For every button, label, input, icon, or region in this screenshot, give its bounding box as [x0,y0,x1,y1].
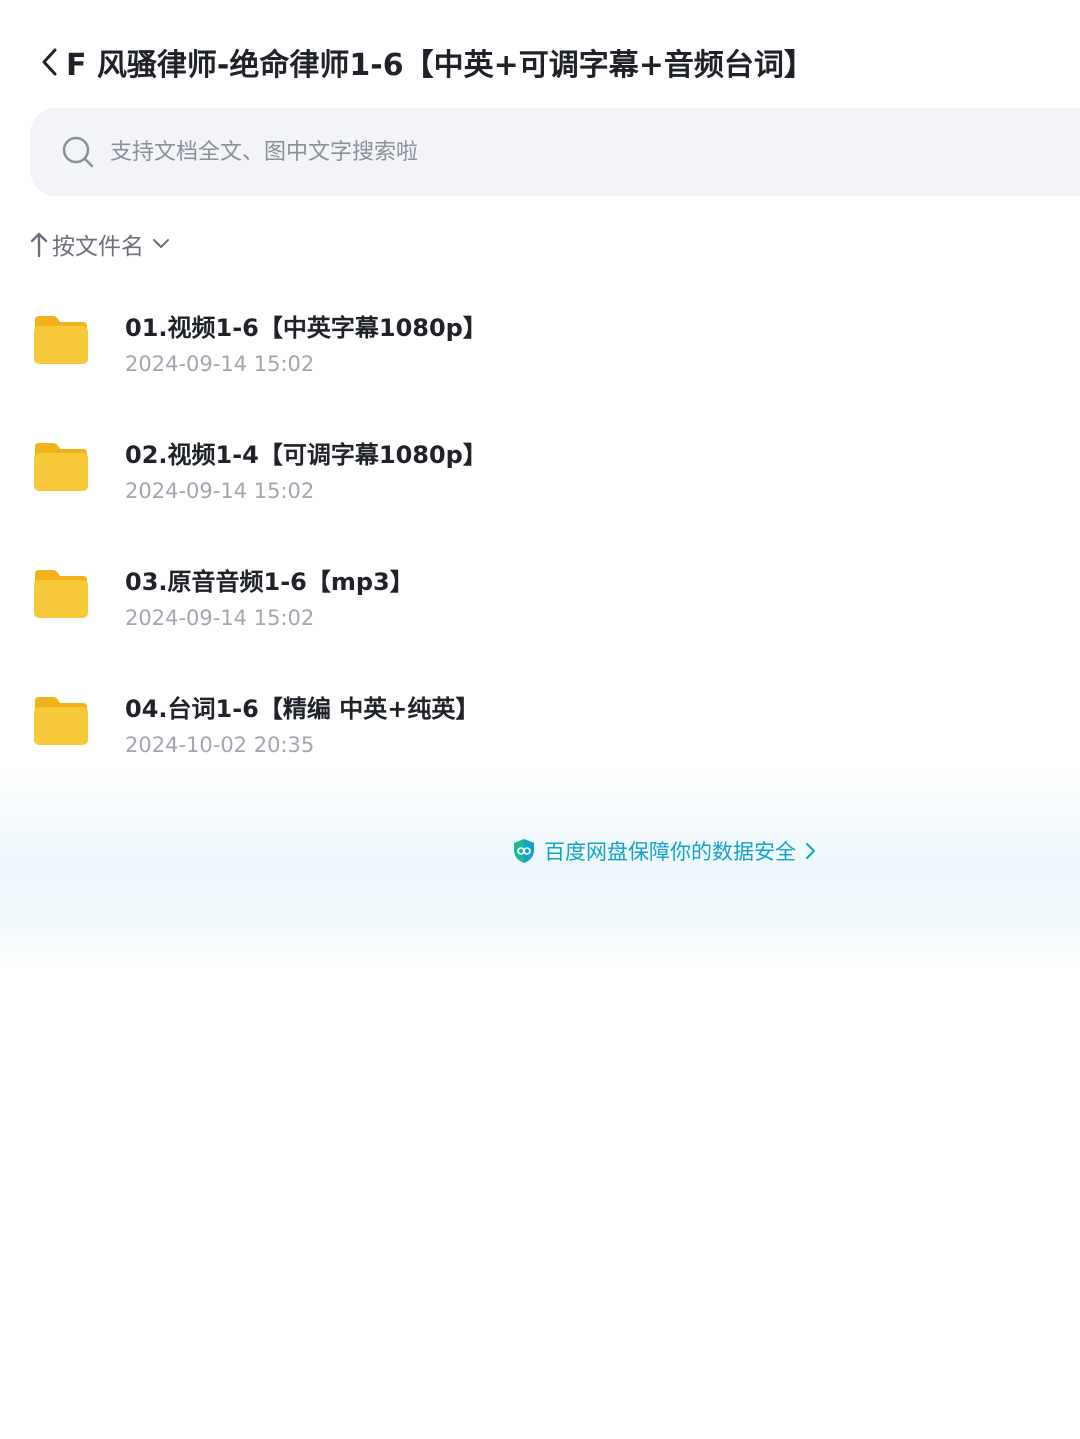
search-bar[interactable] [30,108,1080,196]
folder-icon [32,693,90,749]
file-name: 04.台词1-6【精编 中英+纯英】 [125,695,480,723]
folder-icon [32,312,90,368]
chevron-left-icon [42,48,57,76]
page-title: F 风骚律师-绝命律师1-6【中英+可调字幕+音频台词】 [66,48,814,83]
folder-icon [32,566,90,622]
back-button[interactable] [40,37,66,87]
sort-dropdown[interactable]: 按文件名 [30,226,170,262]
file-date: 2024-09-14 15:02 [125,606,315,630]
sort-label: 按文件名 [52,234,144,260]
chevron-down-icon [152,238,170,250]
folder-icon [32,439,90,495]
security-text: 百度网盘保障你的数据安全 [544,840,796,864]
chevron-right-icon [804,841,816,861]
file-date: 2024-10-02 20:35 [125,733,315,757]
list-item[interactable]: 02.视频1-4【可调字幕1080p】 2024-09-14 15:02 [0,417,1080,537]
arrow-up-icon [30,230,48,258]
shield-icon [512,838,536,864]
file-date: 2024-09-14 15:02 [125,479,315,503]
search-input[interactable] [108,138,812,166]
file-name: 01.视频1-6【中英字幕1080p】 [125,314,487,342]
page: F 风骚律师-绝命律师1-6【中英+可调字幕+音频台词】 按文件名 [0,0,1080,1439]
list-item[interactable]: 03.原音音频1-6【mp3】 2024-09-14 15:02 [0,544,1080,664]
security-link[interactable]: 百度网盘保障你的数据安全 [512,834,816,868]
file-date: 2024-09-14 15:02 [125,352,315,376]
header: F 风骚律师-绝命律师1-6【中英+可调字幕+音频台词】 [40,34,1080,90]
list-item[interactable]: 01.视频1-6【中英字幕1080p】 2024-09-14 15:02 [0,290,1080,410]
file-name: 02.视频1-4【可调字幕1080p】 [125,441,487,469]
file-name: 03.原音音频1-6【mp3】 [125,568,414,596]
footer-background [0,770,1080,968]
search-icon [60,134,96,170]
